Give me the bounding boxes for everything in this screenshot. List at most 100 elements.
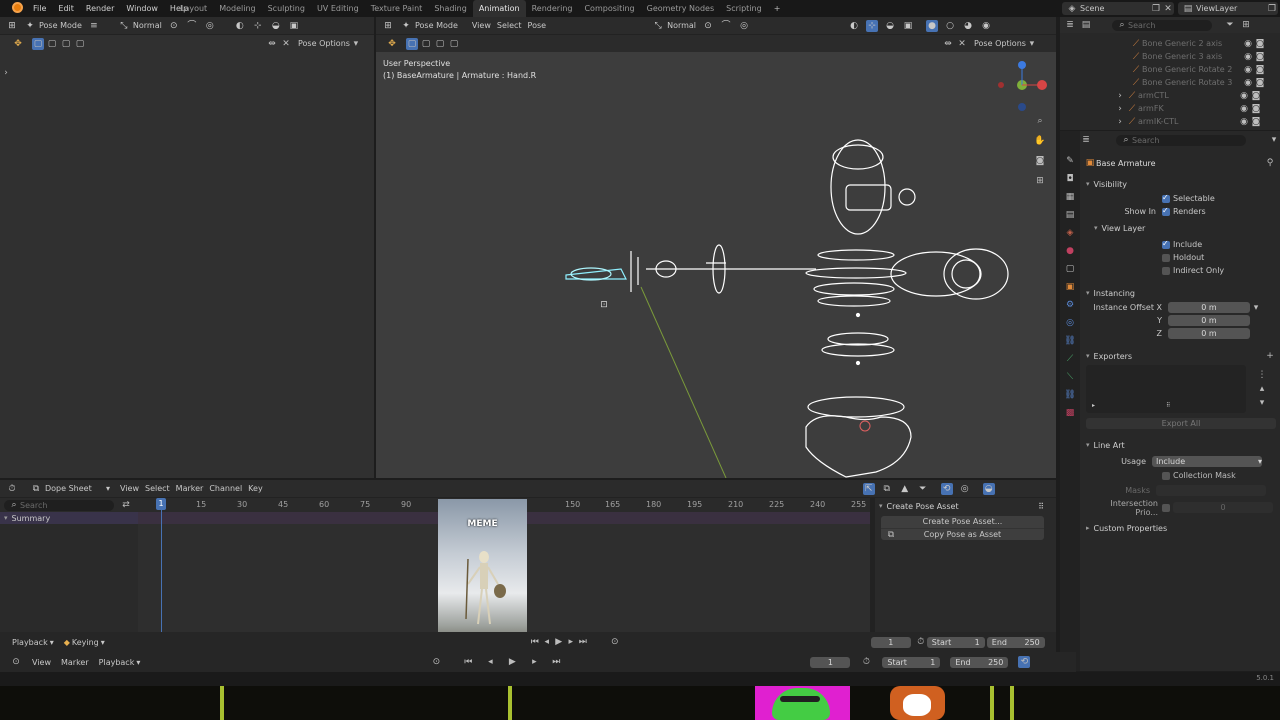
summary-channel[interactable]: ▾ Summary xyxy=(0,512,138,524)
copy-icon[interactable]: ❐ xyxy=(1266,3,1278,15)
offset-y-field[interactable]: 0 m xyxy=(1168,315,1250,326)
outliner-item[interactable]: ⟋ Bone Generic Rotate 3 ◉ ◙ xyxy=(1130,76,1280,89)
toolbar-expand-icon[interactable]: › xyxy=(0,67,12,79)
3d-viewport[interactable]: ⊞ ✦ Pose Mode View Select Pose ⤡ Normal … xyxy=(376,17,1056,478)
tab-shading[interactable]: Shading xyxy=(428,0,473,17)
playback-menu[interactable]: Playback ▾ xyxy=(99,658,141,667)
exporters-list-box[interactable]: ▸ ⠿ xyxy=(1086,365,1246,413)
texture-tab-icon[interactable]: ▩ xyxy=(1064,407,1076,419)
camera-icon[interactable]: ◙ xyxy=(1250,103,1262,115)
tab-geometry-nodes[interactable]: Geometry Nodes xyxy=(641,0,720,17)
menu-marker[interactable]: Marker xyxy=(61,658,89,667)
eye-icon[interactable]: ◉ xyxy=(1238,116,1250,128)
resize-handle-icon[interactable]: ⠿ xyxy=(1166,402,1170,409)
instancing-panel-header[interactable]: ▾ Instancing xyxy=(1086,285,1276,301)
x-axis-icon[interactable]: ✕ xyxy=(280,38,292,50)
tab-rendering[interactable]: Rendering xyxy=(526,0,579,17)
camera-icon[interactable]: ◙ xyxy=(1250,116,1262,128)
offset-z-field[interactable]: 0 m xyxy=(1168,328,1250,339)
editor-type-icon[interactable]: ⊞ xyxy=(6,20,18,32)
scene-tab-icon[interactable]: ◈ xyxy=(1064,227,1076,239)
proportional-icon[interactable]: ◎ xyxy=(959,483,971,495)
jump-end-icon[interactable]: ⏭ xyxy=(550,656,562,668)
overlay-icon[interactable]: ◒ xyxy=(270,20,282,32)
jump-start-icon[interactable]: ⏮ xyxy=(462,656,474,668)
physics-tab-icon[interactable]: ◎ xyxy=(1064,317,1076,329)
play-icon[interactable]: ▶ xyxy=(553,636,565,648)
exporters-list[interactable]: ▸ ⠿ ⋮ ▴ ▾ xyxy=(1086,364,1276,414)
play-icon[interactable]: ▶ xyxy=(506,656,518,668)
line-art-panel-header[interactable]: ▾ Line Art xyxy=(1086,437,1276,453)
menu-channel[interactable]: Channel xyxy=(209,484,242,493)
exporters-panel-header[interactable]: ▾ Exporters + xyxy=(1086,348,1276,364)
show-hidden-icon[interactable]: ⧉ xyxy=(881,483,893,495)
eye-icon[interactable]: ◉ xyxy=(1242,38,1254,50)
collection-mask-checkbox[interactable]: Collection Mask xyxy=(1086,469,1276,482)
view-layer-selector[interactable]: ▤ ViewLayer ❐ xyxy=(1178,2,1278,15)
scene-selector[interactable]: ◈ Scene ❐ ✕ xyxy=(1062,2,1174,15)
eye-icon[interactable]: ◉ xyxy=(1238,103,1250,115)
jump-end-icon[interactable]: ⏭ xyxy=(577,636,589,648)
sync-icon[interactable]: ⟲ xyxy=(1018,656,1031,668)
expand-icon[interactable]: › xyxy=(1114,90,1126,102)
current-frame-field[interactable]: 1 xyxy=(870,636,911,648)
add-icon[interactable]: + xyxy=(1264,350,1276,362)
visibility-icon[interactable]: ◐ xyxy=(234,20,246,32)
timeline-frame-field[interactable]: 1 xyxy=(810,656,851,668)
new-collection-icon[interactable]: ⊞ xyxy=(1240,19,1252,31)
pose-options-dropdown[interactable]: Pose Options ▾ xyxy=(298,38,362,50)
camera-icon[interactable]: ◙ xyxy=(1254,38,1266,50)
create-pose-asset-panel-header[interactable]: ▾ Create Pose Asset ⠿ xyxy=(875,498,1050,514)
timeline-end-field[interactable]: End 250 xyxy=(950,656,1009,668)
properties-search-input[interactable]: ⌕ Search xyxy=(1116,134,1246,146)
data-tab-icon[interactable]: ⟋ xyxy=(1064,353,1076,365)
editor-type-icon[interactable]: ⊙ xyxy=(10,656,22,668)
select-extend-icon[interactable]: ▢ xyxy=(46,38,58,50)
editor-type-icon[interactable]: ≣ xyxy=(1080,134,1092,146)
eye-icon[interactable]: ◉ xyxy=(1242,77,1254,89)
holdout-checkbox[interactable]: Holdout xyxy=(1086,251,1276,264)
indirect-only-checkbox[interactable]: Indirect Only xyxy=(1086,264,1276,277)
tab-layout[interactable]: Layout xyxy=(174,0,213,17)
outliner-item[interactable]: › ⟋ armIK-CTL ◉ ◙ xyxy=(1114,115,1280,128)
record-icon[interactable]: ⊙ xyxy=(430,656,442,668)
tab-animation[interactable]: Animation xyxy=(472,0,526,17)
pin-icon[interactable]: ⚲ xyxy=(1264,157,1276,169)
close-icon[interactable]: ✕ xyxy=(1162,3,1174,15)
select-subtract-icon[interactable]: ▢ xyxy=(60,38,72,50)
offset-x-field[interactable]: 0 m xyxy=(1168,302,1250,313)
menu-file[interactable]: File xyxy=(27,4,52,13)
select-invert-icon[interactable]: ▢ xyxy=(74,38,86,50)
object-name[interactable]: Base Armature xyxy=(1096,159,1156,168)
keying-menu[interactable]: ◆ Keying ▾ xyxy=(64,638,105,647)
tab-texture-paint[interactable]: Texture Paint xyxy=(365,0,429,17)
record-icon[interactable]: ⊙ xyxy=(609,636,621,648)
transform-orientation-dropdown[interactable]: ⤡ Normal xyxy=(118,20,162,32)
custom-properties-panel-header[interactable]: ▸ Custom Properties xyxy=(1086,520,1276,536)
list-expand-icon[interactable]: ▸ xyxy=(1092,402,1095,409)
camera-icon[interactable]: ◙ xyxy=(1254,51,1266,63)
mirror-icon[interactable]: ⇹ xyxy=(266,38,278,50)
tab-scripting[interactable]: Scripting xyxy=(720,0,768,17)
end-frame-field[interactable]: End 250 xyxy=(986,636,1045,648)
outliner-item[interactable]: › ⟋ armFK ◉ ◙ xyxy=(1114,102,1280,115)
expand-icon[interactable]: › xyxy=(1114,103,1126,115)
camera-icon[interactable]: ◙ xyxy=(1250,90,1262,102)
usage-dropdown[interactable]: Include ▾ xyxy=(1152,455,1262,467)
overlay-icon[interactable]: ◒ xyxy=(982,482,995,495)
camera-icon[interactable]: ◙ xyxy=(1254,77,1266,89)
outliner-item[interactable]: ⟋ Bone Generic 3 axis ◉ ◙ xyxy=(1130,50,1280,63)
menu-view[interactable]: View xyxy=(32,658,51,667)
menu-render[interactable]: Render xyxy=(80,4,120,13)
menu-select[interactable]: Select xyxy=(145,484,170,493)
move-up-icon[interactable]: ▴ xyxy=(1256,383,1268,395)
camera-icon[interactable]: ◙ xyxy=(1034,155,1046,167)
list-menu-icon[interactable]: ⋮ xyxy=(1256,369,1268,381)
tab-compositing[interactable]: Compositing xyxy=(578,0,640,17)
create-pose-asset-button[interactable]: Create Pose Asset... xyxy=(881,516,1044,528)
timeline-start-field[interactable]: Start 1 xyxy=(882,656,941,668)
prev-key-icon[interactable]: ◂ xyxy=(541,636,553,648)
jump-start-icon[interactable]: ⏮ xyxy=(529,636,541,648)
outliner-item[interactable]: ⟋ Bone Generic 2 axis ◉ ◙ xyxy=(1130,37,1280,50)
start-frame-field[interactable]: Start 1 xyxy=(926,636,985,648)
